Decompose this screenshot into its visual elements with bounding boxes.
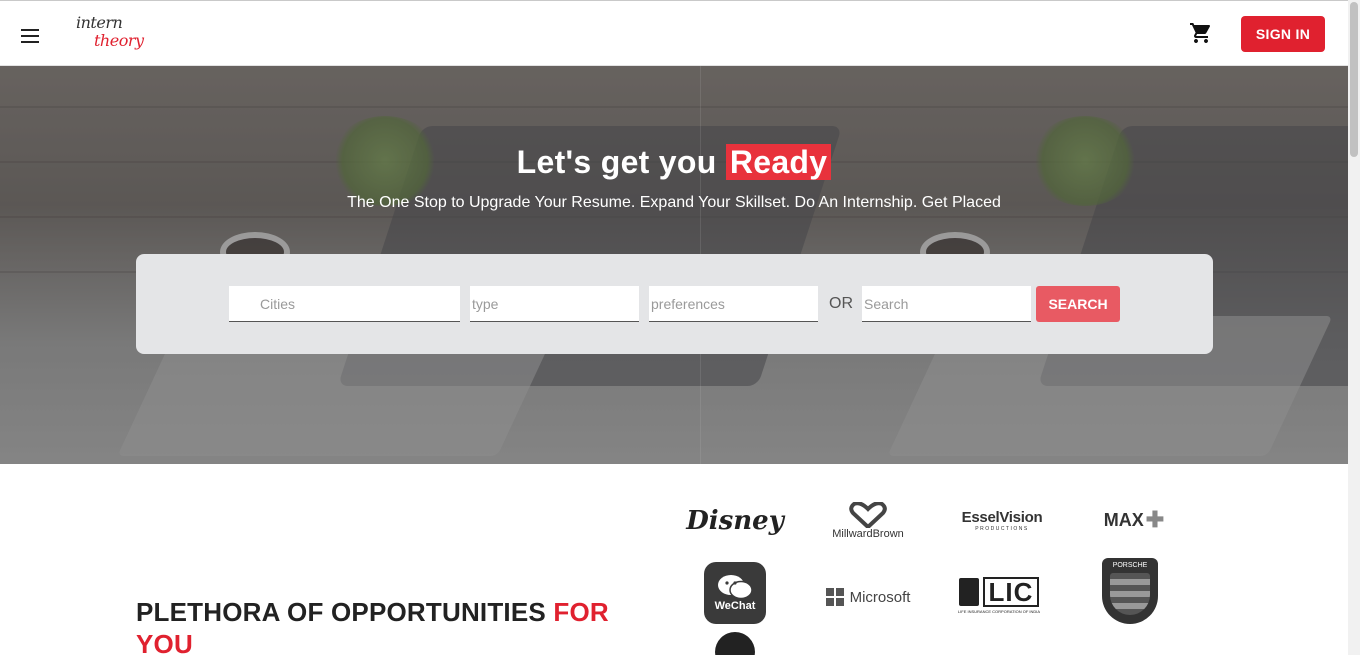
wechat-bubbles-icon [718, 575, 753, 600]
wechat-logo: WeChat [704, 562, 766, 624]
essel-vision-logo: EsselVision PRODUCTIONS [958, 500, 1046, 540]
microsoft-windows-icon [825, 588, 844, 606]
cities-input[interactable] [229, 286, 460, 322]
hero-title-highlight: Ready [725, 144, 832, 180]
shopping-cart-icon[interactable] [1189, 21, 1213, 45]
search-input[interactable] [862, 286, 1031, 322]
preferences-input[interactable] [649, 286, 818, 322]
max-healthcare-logo: MAX ✚ [1088, 502, 1180, 538]
or-separator: OR [829, 295, 853, 312]
partial-partner-logo [712, 630, 758, 655]
microsoft-text: Microsoft [849, 588, 911, 606]
hamburger-menu-icon[interactable] [21, 29, 39, 43]
interntheory-logo[interactable]: intern theory [76, 13, 156, 55]
top-navbar: intern theory SIGN IN [0, 0, 1348, 66]
max-healthcare-text: MAX [1103, 509, 1144, 530]
type-input[interactable] [470, 286, 639, 322]
hero-subtitle: The One Stop to Upgrade Your Resume. Exp… [347, 194, 1001, 211]
hero-banner: Let's get you Ready The One Stop to Upgr… [0, 66, 1348, 464]
lic-logo: LIC LIFE INSURANCE CORPORATION OF INDIA [956, 572, 1042, 618]
lic-emblem-icon [958, 577, 979, 606]
millward-heart-icon [849, 502, 887, 528]
wechat-text: WeChat [714, 600, 756, 612]
hero-title: Let's get you Ready [0, 144, 1348, 181]
opportunities-heading: PLETHORA OF OPPORTUNITIES FOR YOU [136, 596, 656, 655]
disney-logo: Disney [686, 496, 784, 546]
porsche-text: PORSCHE [1112, 562, 1148, 569]
search-button[interactable]: SEARCH [1036, 286, 1120, 322]
millward-brown-text: MillwardBrown [832, 528, 904, 540]
scrollbar-thumb[interactable] [1350, 2, 1358, 157]
porsche-logo: PORSCHE [1102, 558, 1158, 624]
porsche-crest-icon [1110, 573, 1150, 615]
microsoft-logo: Microsoft [822, 582, 914, 612]
sign-in-button[interactable]: SIGN IN [1241, 16, 1325, 52]
lic-text: LIC [982, 576, 1040, 607]
millward-brown-logo: MillwardBrown [822, 496, 914, 546]
max-cross-icon: ✚ [1145, 507, 1165, 532]
hero-title-prefix: Let's get you [516, 144, 717, 180]
essel-vision-text: EsselVision [961, 508, 1043, 526]
search-panel: OR SEARCH [136, 254, 1213, 354]
lic-subtext: LIFE INSURANCE CORPORATION OF INDIA [957, 608, 1041, 614]
opportunities-heading-main: PLETHORA OF OPPORTUNITIES [136, 597, 546, 627]
logo-text-theory: theory [94, 31, 144, 50]
logo-text-intern: intern [76, 13, 123, 32]
disney-logo-text: Disney [686, 506, 784, 536]
essel-vision-subtext: PRODUCTIONS [975, 525, 1029, 532]
page-scrollbar[interactable] [1348, 0, 1360, 655]
